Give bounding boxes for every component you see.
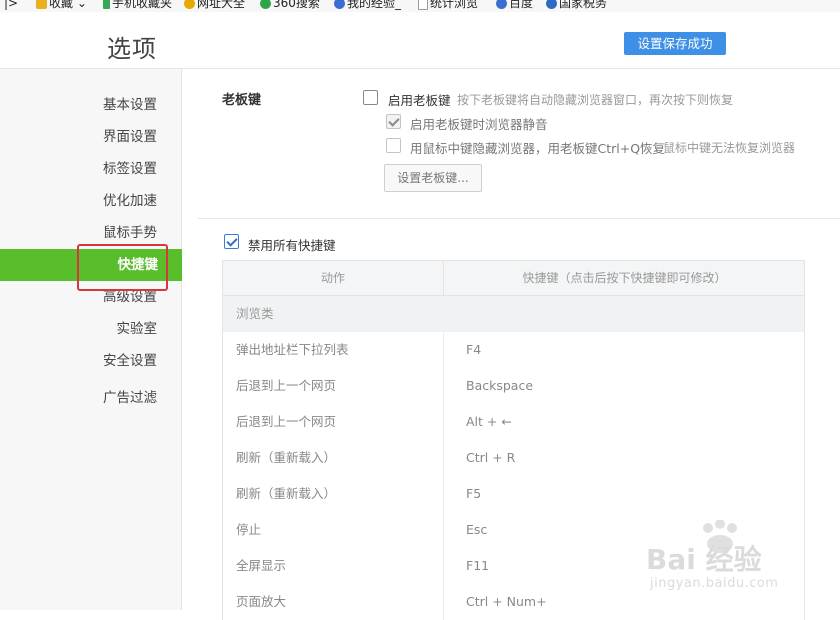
shortcut-action: 后退到上一个网页 [236, 414, 337, 429]
shortcut-key[interactable]: Ctrl + Num+ [466, 584, 547, 620]
star-icon [36, 0, 47, 9]
shortcut-action: 刷新（重新载入） [236, 450, 337, 465]
table-row: 弹出地址栏下拉列表 F4 [223, 332, 804, 368]
sidebar-item-optimize[interactable]: 优化加速 [103, 185, 157, 217]
shortcut-key[interactable]: Alt + ← [466, 404, 512, 440]
paw-icon [496, 0, 507, 9]
bookmark-mobile[interactable]: 手机收藏夹 [103, 0, 172, 12]
column-header-action: 动作 [223, 261, 444, 295]
table-row: 后退到上一个网页 Alt + ← [223, 404, 804, 440]
boss-key-enable-label: 启用老板键 [388, 93, 451, 108]
table-row: 刷新（重新载入） F5 [223, 476, 804, 512]
options-sidebar: 基本设置 界面设置 标签设置 优化加速 鼠标手势 快捷键 高级设置 实验室 安全… [0, 69, 182, 610]
bookmarks-toggle[interactable]: |> [4, 0, 18, 12]
options-header: 选项 设置保存成功 [0, 12, 840, 69]
page-title: 选项 [107, 35, 157, 63]
section-divider [198, 218, 840, 219]
watermark-url: jingyan.baidu.com [650, 576, 779, 591]
baidu-jingyan-watermark: Bai 经验 jingyan.baidu.com [640, 520, 810, 600]
sidebar-item-adblock[interactable]: 广告过滤 [103, 382, 157, 414]
boss-key-middle-click-label: 用鼠标中键隐藏浏览器，用老板键Ctrl+Q恢复 [410, 141, 666, 156]
sidebar-item-lab[interactable]: 实验室 [117, 313, 158, 345]
boss-key-mute-checkbox[interactable] [386, 114, 401, 129]
bookmark-baidu[interactable]: 百度 [496, 0, 533, 12]
bookmark-stats[interactable]: 统计浏览 [418, 0, 478, 12]
annotation-highlight-box [77, 244, 168, 291]
table-group-browse: 浏览类 [223, 296, 804, 332]
paw-icon [334, 0, 345, 9]
boss-key-enable-checkbox[interactable] [363, 90, 378, 105]
shortcut-action: 刷新（重新载入） [236, 486, 337, 501]
shortcut-key[interactable]: Esc [466, 512, 487, 548]
page-icon [418, 0, 428, 10]
sidebar-item-security[interactable]: 安全设置 [103, 345, 157, 377]
save-status-badge: 设置保存成功 [624, 32, 726, 55]
boss-key-section-label: 老板键 [222, 93, 262, 108]
search-360-icon [260, 0, 271, 9]
boss-key-middle-click-checkbox[interactable] [386, 138, 401, 153]
boss-key-enable-hint: 按下老板键将自动隐藏浏览器窗口，再次按下则恢复 [457, 93, 734, 107]
checkmark-icon [226, 235, 238, 247]
bookmark-hao123[interactable]: 网址大全 [184, 0, 245, 12]
watermark-brand: Bai 经验 [646, 543, 762, 576]
shortcut-key[interactable]: F4 [466, 332, 481, 368]
boss-key-middle-click-hint: 鼠标中键无法恢复浏览器 [663, 141, 796, 155]
chevron-down-icon: ⌄ [76, 0, 87, 10]
bookmark-my-jingyan[interactable]: 我的经验_ [334, 0, 401, 12]
shortcut-key[interactable]: F11 [466, 548, 489, 584]
boss-key-mute-label: 启用老板键时浏览器静音 [410, 117, 548, 132]
column-header-shortcut: 快捷键（点击后按下快捷键即可修改） [522, 271, 727, 285]
shortcut-key[interactable]: Backspace [466, 368, 533, 404]
bookmark-tax[interactable]: 国家税务 [546, 0, 607, 12]
set-boss-key-button[interactable]: 设置老板键... [384, 164, 482, 192]
disable-all-shortcuts-label: 禁用所有快捷键 [248, 238, 336, 253]
sidebar-item-tabs[interactable]: 标签设置 [103, 153, 157, 185]
sidebar-item-basic[interactable]: 基本设置 [103, 89, 157, 121]
plus-circle-icon [184, 0, 195, 9]
bookmark-360-search[interactable]: 360搜索 [260, 0, 320, 12]
shortcut-action: 全屏显示 [236, 558, 287, 573]
table-row: 刷新（重新载入） Ctrl + R [223, 440, 804, 476]
sidebar-item-interface[interactable]: 界面设置 [103, 121, 157, 153]
shortcut-action: 页面放大 [236, 594, 287, 609]
bookmark-favorites[interactable]: 收藏 ⌄ [36, 0, 87, 12]
phone-icon [103, 0, 110, 9]
disable-all-shortcuts-checkbox[interactable] [224, 234, 239, 249]
checkmark-icon [388, 115, 400, 127]
shortcut-action: 弹出地址栏下拉列表 [236, 342, 349, 357]
shortcut-key[interactable]: F5 [466, 476, 481, 512]
table-row: 后退到上一个网页 Backspace [223, 368, 804, 404]
shortcuts-table-header: 动作 快捷键（点击后按下快捷键即可修改） [223, 261, 804, 296]
shortcut-action: 后退到上一个网页 [236, 378, 337, 393]
shortcut-key[interactable]: Ctrl + R [466, 440, 515, 476]
shortcut-action: 停止 [236, 522, 262, 537]
globe-icon [546, 0, 557, 9]
